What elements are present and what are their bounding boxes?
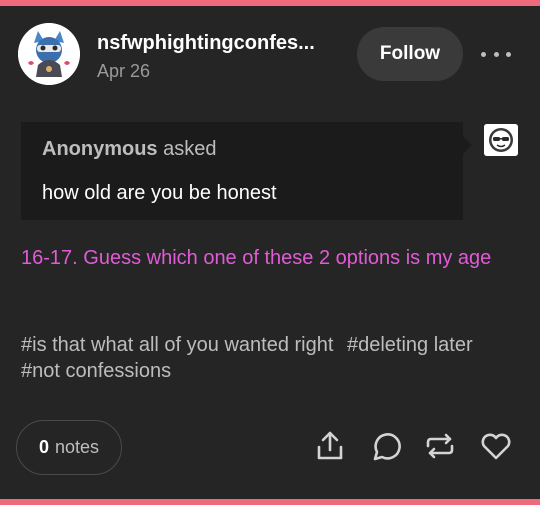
reply-icon xyxy=(373,433,401,461)
tag-link[interactable]: #is that what all of you wanted right xyxy=(21,334,333,356)
answer-text: 16-17. Guess which one of these 2 option… xyxy=(21,247,492,269)
reblog-button[interactable] xyxy=(423,429,457,463)
sunglasses-face-icon xyxy=(484,124,518,156)
dot-icon xyxy=(506,51,511,57)
share-button[interactable] xyxy=(313,429,347,463)
anonymous-avatar xyxy=(484,124,518,156)
notes-label: notes xyxy=(54,437,100,457)
follow-button[interactable]: Follow xyxy=(357,27,463,81)
tag-link[interactable]: #not confessions xyxy=(21,360,171,382)
like-button[interactable] xyxy=(479,429,513,463)
bottom-accent-bar xyxy=(0,499,540,505)
blog-avatar[interactable] xyxy=(18,23,80,85)
tag-list: #is that what all of you wanted right #d… xyxy=(21,332,511,384)
avatar-illustration xyxy=(18,23,80,85)
dot-icon xyxy=(481,51,486,57)
top-accent-bar xyxy=(0,0,540,6)
ask-box: Anonymous asked how old are you be hones… xyxy=(21,122,472,220)
notes-count: 0 xyxy=(38,437,49,457)
more-options-button[interactable] xyxy=(481,44,511,64)
asker-line: Anonymous asked xyxy=(42,138,217,161)
notes-button[interactable]: 0 notes xyxy=(16,420,122,475)
reply-button[interactable] xyxy=(368,429,402,463)
ask-question: how old are you be honest xyxy=(42,182,277,204)
dot-icon xyxy=(493,51,499,57)
asked-label: asked xyxy=(157,138,217,160)
heart-icon xyxy=(481,433,511,460)
reblog-icon xyxy=(426,433,454,459)
share-icon xyxy=(317,431,343,460)
asker-name: Anonymous xyxy=(42,138,158,160)
post-date: Apr 26 xyxy=(97,61,151,81)
tag-link[interactable]: #deleting later xyxy=(347,334,473,356)
blog-name[interactable]: nsfwphightingconfes... xyxy=(97,32,315,55)
